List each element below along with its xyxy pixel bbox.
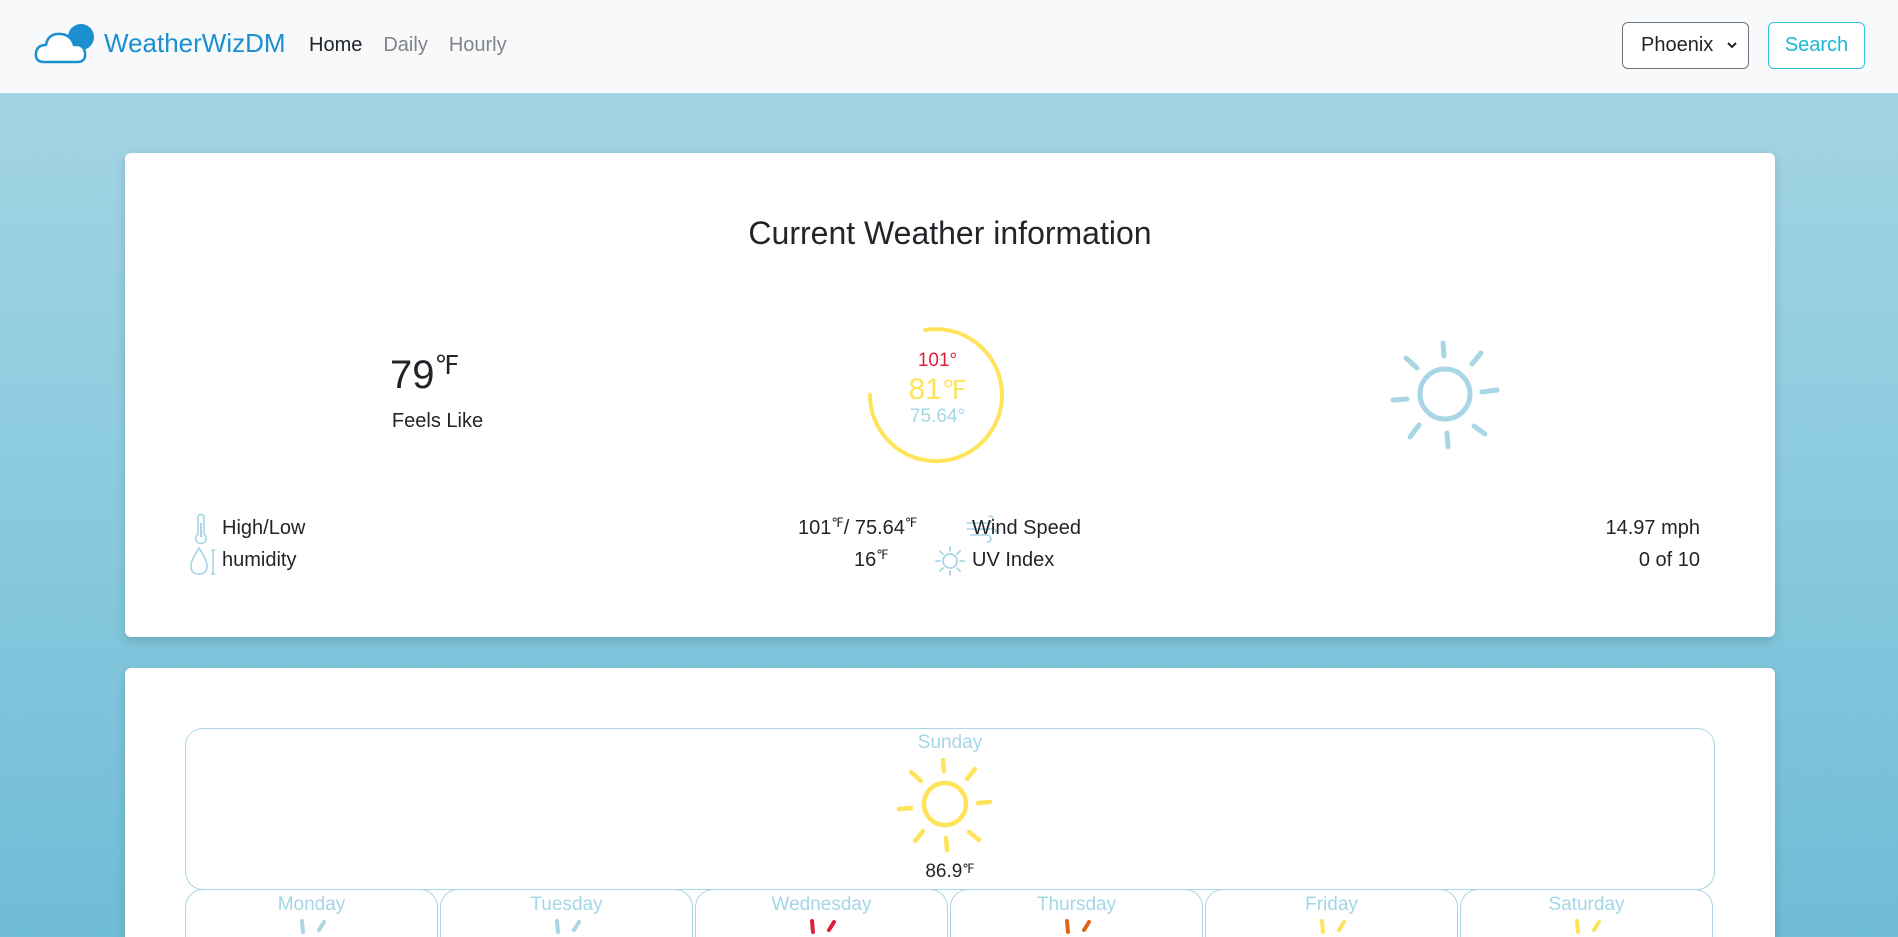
day-tab-tuesday[interactable]: Tuesday <box>440 889 693 937</box>
navbar: WeatherWizDM Home Daily Hourly Phoenix S… <box>0 0 1898 93</box>
uv-sun-icon <box>935 546 965 576</box>
today-temp-value: 86.9 <box>925 861 963 882</box>
high-value: 101 <box>798 517 832 539</box>
sun-icon <box>555 919 581 934</box>
high-low-value: 101℉/ 75.64℉ <box>798 515 918 540</box>
day-name: Friday <box>1305 894 1358 915</box>
current-weather-card: Current Weather information 79℉ Feels Li… <box>125 153 1775 637</box>
sun-icon <box>1065 919 1091 934</box>
gauge-high: 101° <box>917 350 958 371</box>
humidity-icon <box>190 546 215 575</box>
day-name: Monday <box>277 894 346 915</box>
nav-links: Home Daily Hourly <box>309 34 528 57</box>
today-temp: 86.9℉ <box>125 861 1775 883</box>
feels-like-unit: ℉ <box>434 351 460 380</box>
low-unit: ℉ <box>904 515 918 530</box>
nav-daily[interactable]: Daily <box>383 34 427 57</box>
city-select[interactable]: Phoenix <box>1622 22 1749 69</box>
day-name: Wednesday <box>771 894 872 915</box>
sun-icon <box>1390 340 1500 450</box>
day-tab-wednesday[interactable]: Wednesday <box>695 889 948 937</box>
humidity-value-wrap: 16℉ <box>854 547 889 572</box>
humidity-label: humidity <box>222 549 297 571</box>
search-button[interactable]: Search <box>1768 22 1865 69</box>
day-name: Thursday <box>1036 894 1117 915</box>
thermometer-icon <box>194 513 208 545</box>
day-tab-thursday[interactable]: Thursday <box>950 889 1203 937</box>
feels-like-temp: 79℉ <box>390 351 460 398</box>
gauge-current-unit: ℉ <box>941 376 967 405</box>
low-value: / 75.64 <box>843 517 905 539</box>
uv-label: UV Index <box>972 549 1055 571</box>
current-weather-title: Current Weather information <box>748 215 1152 251</box>
day-tab-friday[interactable]: Friday <box>1205 889 1458 937</box>
brand-name: WeatherWizDM <box>104 27 286 58</box>
sun-icon <box>1320 919 1346 934</box>
cloud-logo-icon <box>34 24 94 64</box>
sun-icon <box>1575 919 1601 934</box>
today-name: Sunday <box>917 732 983 753</box>
day-tab-saturday[interactable]: Saturday <box>1460 889 1713 937</box>
feels-like-value: 79 <box>390 353 435 397</box>
sun-icon <box>810 919 836 934</box>
feels-like-label: Feels Like <box>391 410 484 432</box>
high-unit: ℉ <box>831 515 844 530</box>
gauge-low: 75.64° <box>909 406 966 427</box>
nav-hourly[interactable]: Hourly <box>449 34 507 57</box>
humidity-value: 16 <box>854 549 877 571</box>
uv-value: 0 of 10 <box>1638 549 1700 571</box>
forecast-card: Sunday 86.9℉ Monday Tuesday Wednesday Th… <box>125 668 1775 937</box>
sun-icon <box>896 757 993 853</box>
nav-home[interactable]: Home <box>309 34 362 57</box>
wind-label: Wind Speed <box>972 517 1081 539</box>
city-select-value: Phoenix <box>1641 34 1714 56</box>
wind-value: 14.97 mph <box>1605 517 1700 539</box>
day-name: Saturday <box>1548 894 1625 915</box>
chevron-down-icon <box>1726 38 1738 54</box>
gauge-current: 81℉ <box>865 373 1010 407</box>
today-temp-unit: ℉ <box>962 861 975 876</box>
humidity-unit: ℉ <box>876 547 889 562</box>
sun-icon <box>300 919 326 934</box>
day-name: Tuesday <box>530 894 603 915</box>
day-tab-monday[interactable]: Monday <box>185 889 438 937</box>
high-low-label: High/Low <box>222 517 306 539</box>
gauge-current-value: 81 <box>908 373 942 406</box>
brand[interactable]: WeatherWizDM <box>34 22 286 68</box>
